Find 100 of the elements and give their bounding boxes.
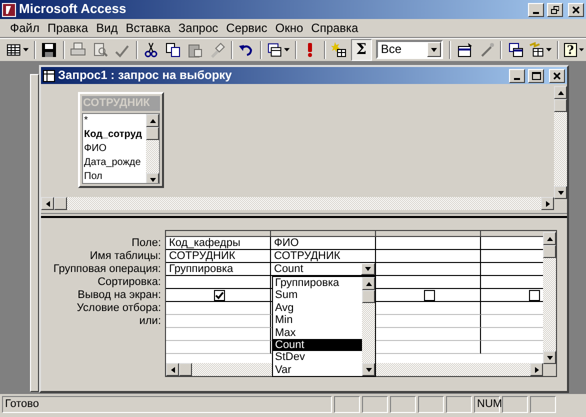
grid-cell[interactable] [376,237,481,250]
dropdown-list[interactable]: Группировка Sum Avg Min Max Count StDev Var [272,276,376,377]
query-window[interactable] [39,65,569,393]
down-arrow-icon [556,190,564,196]
status-panel [362,396,388,413]
menu-item[interactable]: Вставка [122,20,174,36]
scroll-thumb[interactable] [362,290,375,303]
scroll-down-button[interactable] [543,351,556,364]
status-indicator: NUM [474,396,500,413]
dropdown-item[interactable]: Sum [273,289,362,302]
scroll-down-button[interactable] [146,173,159,183]
scroll-right-button[interactable] [541,197,554,210]
scrollbar[interactable] [362,277,375,376]
checkbox[interactable] [424,290,435,300]
status-panel [446,396,472,413]
menu-item[interactable]: Файл [6,20,44,36]
scroll-thumb[interactable] [543,245,556,258]
menu-item[interactable]: Справка [307,20,362,36]
scroll-down-button[interactable] [554,186,567,199]
field-item[interactable]: * [84,114,146,128]
maximize-button[interactable] [528,68,544,82]
field-item[interactable]: Пол [84,170,146,183]
menu-item[interactable]: Окно [271,20,308,36]
status-panel [530,396,556,413]
filter-combo[interactable]: Все [376,40,443,59]
dropdown-item[interactable]: Min [273,314,362,327]
menu-item[interactable]: Сервис [222,20,272,36]
toolbar-button[interactable]: ? [562,38,586,60]
scroll-up-button[interactable] [554,86,567,99]
restore-button[interactable] [547,2,563,16]
scrollbar[interactable] [554,86,567,199]
scrollbar[interactable] [543,232,556,364]
dropdown-button[interactable] [361,263,375,275]
scrollbar[interactable] [146,114,159,183]
left-arrow-icon [170,366,176,374]
scroll-thumb[interactable] [554,99,567,112]
grid-cell[interactable] [376,263,481,276]
row-label: Групповая операция: [52,263,162,276]
scroll-left-button[interactable] [41,197,54,210]
grid-cell[interactable]: Код_кафедры [166,237,271,250]
status-text: Готово [2,396,332,413]
row-label: Условие отбора: [76,302,162,315]
grid-cell[interactable] [376,250,481,263]
scroll-down-button[interactable] [362,363,375,376]
close-button[interactable] [549,68,565,82]
down-arrow-icon [546,354,554,360]
status-panel [418,396,444,413]
background-window[interactable] [30,74,39,392]
grid-cell[interactable] [166,341,271,354]
dropdown-item[interactable]: Count [273,338,362,352]
status-panel [390,396,416,413]
menu-item[interactable]: Правка [44,20,92,36]
exclamation-icon [308,42,312,56]
grid-cell[interactable]: Группировка [166,263,271,276]
scroll-thumb[interactable] [54,197,67,210]
grid-cell[interactable] [166,302,271,315]
field-item[interactable]: Код_сотруд [84,128,146,142]
minimize-button[interactable] [509,68,525,82]
table-star-icon [331,42,348,58]
scroll-up-button[interactable] [543,232,556,245]
grid-cell[interactable] [166,289,271,302]
dropdown-item[interactable]: Var [273,364,362,376]
close-button[interactable] [568,2,584,16]
grid-cell[interactable]: СОТРУДНИК [166,250,271,263]
scroll-up-button[interactable] [362,277,375,290]
down-arrow-icon [430,46,438,52]
row-label: Сортировка: [96,276,162,289]
menu-item[interactable]: Вид [92,20,122,36]
scrollbar[interactable] [41,197,554,210]
dropdown-item[interactable]: Avg [273,302,362,314]
minimize-icon [533,12,539,14]
down-arrow-icon [364,366,372,372]
scroll-left-button[interactable] [166,363,179,376]
toolbar-button[interactable]: Σ [350,38,372,60]
checkbox[interactable] [214,290,225,300]
grid-cell[interactable] [376,289,481,302]
grid-cell[interactable] [166,276,271,289]
windows-icon [266,42,282,58]
row-label: Поле: [130,237,162,250]
grid-cell[interactable] [166,315,271,328]
printer-icon [70,42,86,58]
grid-cell[interactable] [166,328,271,341]
scissors-icon [143,42,160,58]
checkbox[interactable] [529,290,540,300]
dropdown-item[interactable]: Max [273,326,362,339]
status-panel [502,396,528,413]
scroll-up-button[interactable] [146,114,159,127]
scroll-thumb[interactable] [146,127,159,140]
dropdown-item[interactable]: StDev [273,351,362,364]
menu-item[interactable]: Запрос [174,20,222,36]
scroll-right-button[interactable] [530,363,543,376]
field-item[interactable]: ФИО [84,142,146,156]
windows-icon [508,42,524,58]
grid-cell[interactable]: ФИО [271,237,376,250]
dropdown-item[interactable]: Группировка [273,277,362,290]
minimize-button[interactable] [528,2,544,16]
dropdown-button[interactable] [427,42,441,57]
up-arrow-icon [556,90,564,96]
scroll-thumb[interactable] [179,363,192,376]
field-item[interactable]: Дата_рожде [84,156,146,170]
